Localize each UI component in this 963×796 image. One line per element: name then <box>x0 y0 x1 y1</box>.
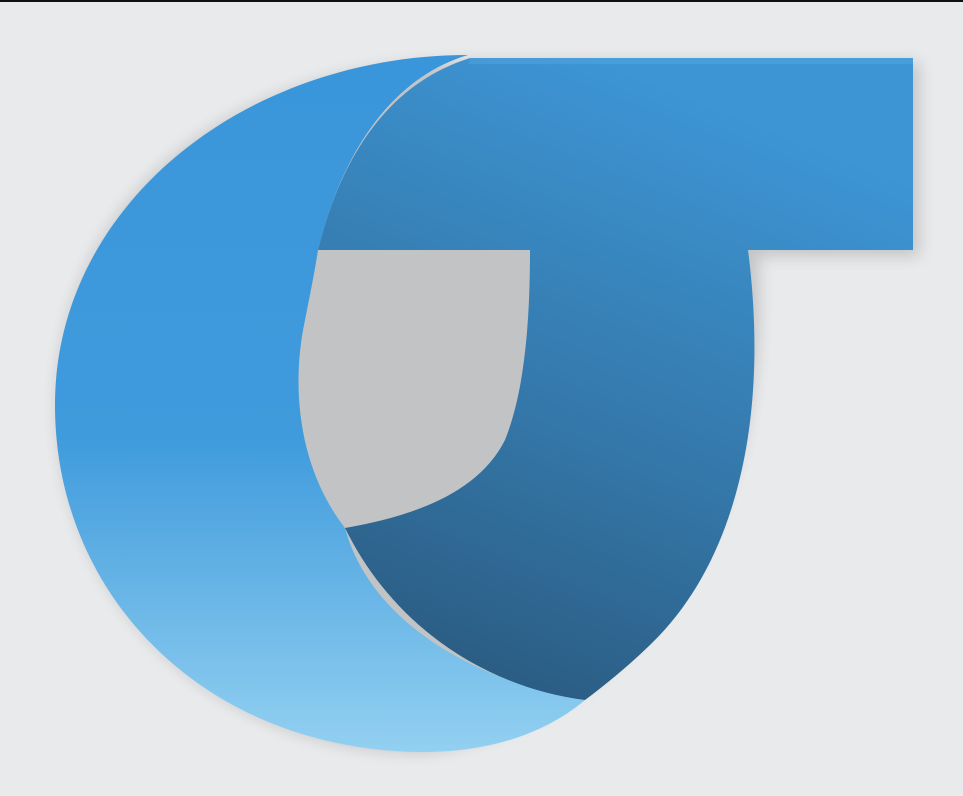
logo-canvas <box>0 0 963 796</box>
top-bar-highlight <box>468 58 913 64</box>
logo-mark-icon <box>55 55 919 752</box>
